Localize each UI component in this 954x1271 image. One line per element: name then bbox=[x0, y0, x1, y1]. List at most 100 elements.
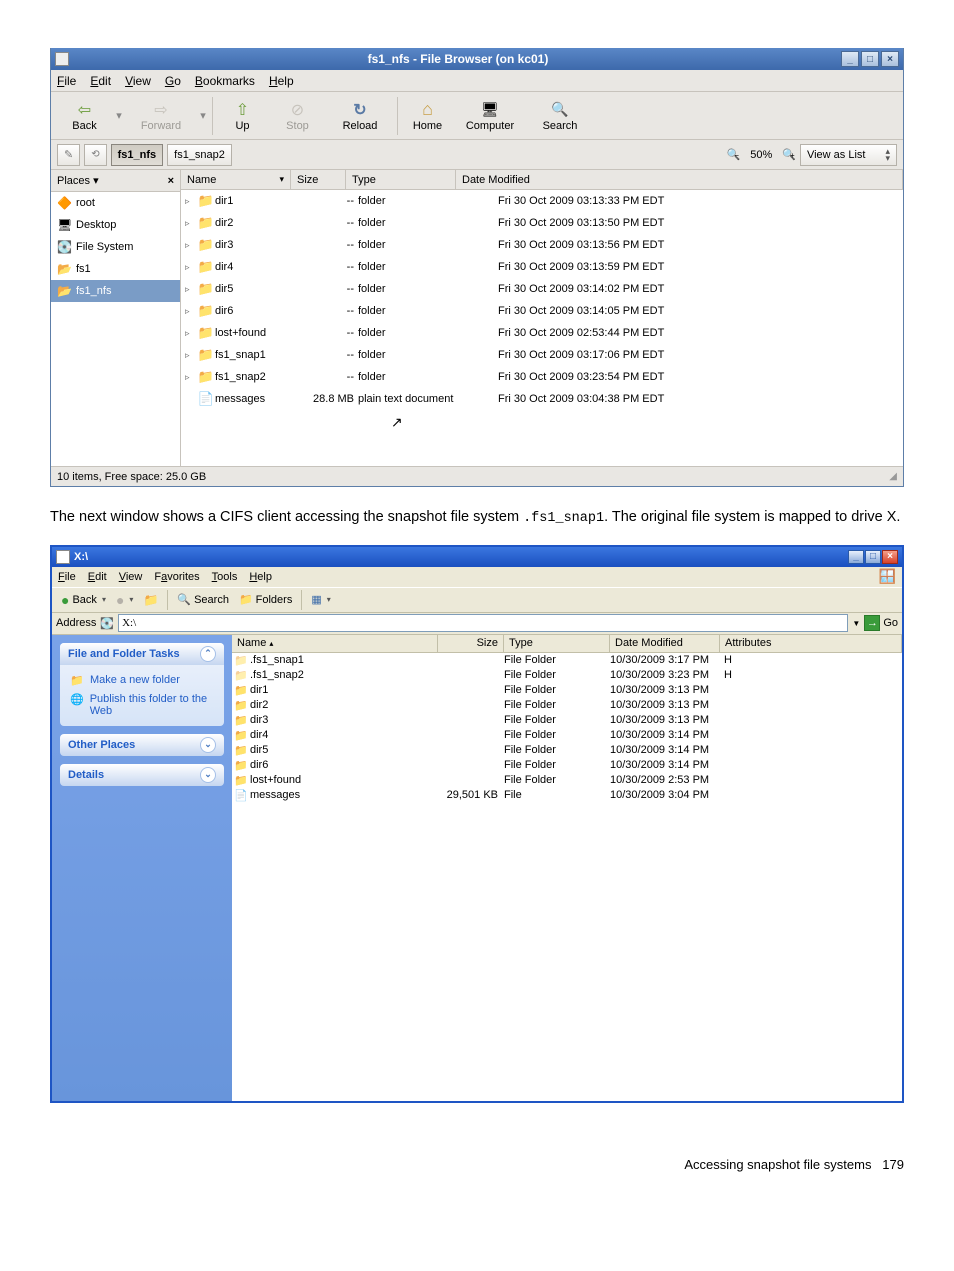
close-sidebar-icon[interactable]: × bbox=[168, 175, 174, 187]
panel-header[interactable]: Other Places⌄ bbox=[60, 734, 224, 756]
xp-minimize-button[interactable]: _ bbox=[848, 550, 864, 564]
breadcrumb-child[interactable]: fs1_snap2 bbox=[167, 144, 232, 166]
col-attributes[interactable]: Attributes bbox=[720, 635, 902, 652]
file-row[interactable]: ▹lost+found--folderFri 30 Oct 2009 02:53… bbox=[181, 322, 903, 344]
col-date[interactable]: Date Modified bbox=[456, 170, 903, 189]
menu-help[interactable]: Help bbox=[269, 74, 294, 88]
sidebar-item-file-system[interactable]: 💽File System bbox=[51, 236, 180, 258]
reload-button[interactable]: Reload bbox=[325, 100, 395, 132]
file-row[interactable]: dir6File Folder10/30/2009 3:14 PM bbox=[232, 758, 902, 773]
path-history-button[interactable] bbox=[84, 144, 106, 166]
col-type[interactable]: Type bbox=[346, 170, 456, 189]
col-size[interactable]: Size bbox=[291, 170, 346, 189]
maximize-button[interactable]: □ bbox=[861, 51, 879, 67]
menu-view[interactable]: View bbox=[125, 74, 151, 88]
file-row[interactable]: ▹fs1_snap1--folderFri 30 Oct 2009 03:17:… bbox=[181, 344, 903, 366]
col-type[interactable]: Type bbox=[504, 635, 610, 652]
task-link[interactable]: 📁Make a new folder bbox=[70, 671, 214, 690]
menu-help[interactable]: Help bbox=[249, 571, 272, 583]
file-row[interactable]: ▹dir4--folderFri 30 Oct 2009 03:13:59 PM… bbox=[181, 256, 903, 278]
file-row[interactable]: ▹dir3--folderFri 30 Oct 2009 03:13:56 PM… bbox=[181, 234, 903, 256]
details-panel: Details⌄ bbox=[60, 764, 224, 786]
menu-file[interactable]: File bbox=[57, 74, 76, 88]
file-row[interactable]: dir2File Folder10/30/2009 3:13 PM bbox=[232, 698, 902, 713]
file-row[interactable]: lost+foundFile Folder10/30/2009 2:53 PM bbox=[232, 773, 902, 788]
up-button[interactable]: Up bbox=[215, 100, 270, 132]
file-row[interactable]: dir4File Folder10/30/2009 3:14 PM bbox=[232, 728, 902, 743]
menu-edit[interactable]: Edit bbox=[90, 74, 111, 88]
expand-icon[interactable]: ▹ bbox=[185, 328, 197, 339]
resize-grip-icon[interactable]: ◢ bbox=[889, 471, 897, 482]
sidebar-item-desktop[interactable]: 🖥Desktop bbox=[51, 214, 180, 236]
panel-header[interactable]: File and Folder Tasks⌃ bbox=[60, 643, 224, 665]
menu-tools[interactable]: Tools bbox=[212, 571, 238, 583]
file-row[interactable]: ▹dir6--folderFri 30 Oct 2009 03:14:05 PM… bbox=[181, 300, 903, 322]
edit-path-button[interactable] bbox=[57, 144, 80, 166]
xp-views-button[interactable] bbox=[306, 589, 335, 611]
view-mode-select[interactable]: View as List▴▾ bbox=[800, 144, 897, 166]
expand-icon[interactable]: ▹ bbox=[185, 350, 197, 361]
expand-icon[interactable]: ▹ bbox=[185, 196, 197, 207]
zoom-in-icon[interactable] bbox=[782, 148, 796, 161]
expand-icon[interactable]: ▹ bbox=[185, 240, 197, 251]
xp-close-button[interactable]: × bbox=[882, 550, 898, 564]
expand-icon[interactable]: ▹ bbox=[185, 218, 197, 229]
computer-button[interactable]: Computer bbox=[455, 100, 525, 132]
menu-edit[interactable]: Edit bbox=[88, 571, 107, 583]
file-row[interactable]: dir3File Folder10/30/2009 3:13 PM bbox=[232, 713, 902, 728]
expand-icon[interactable]: ▹ bbox=[185, 372, 197, 383]
place-icon: 🔶 bbox=[57, 196, 71, 210]
menu-favorites[interactable]: Favorites bbox=[154, 571, 199, 583]
xp-forward-button[interactable] bbox=[111, 589, 138, 611]
file-row[interactable]: messages29,501 KBFile10/30/2009 3:04 PM bbox=[232, 788, 902, 803]
menu-go[interactable]: Go bbox=[165, 74, 181, 88]
back-button[interactable]: Back bbox=[57, 100, 112, 132]
file-row[interactable]: ▹dir5--folderFri 30 Oct 2009 03:14:02 PM… bbox=[181, 278, 903, 300]
expand-icon[interactable]: ▹ bbox=[185, 306, 197, 317]
chevron-up-icon[interactable]: ⌃ bbox=[200, 646, 216, 662]
file-row[interactable]: ▹fs1_snap2--folderFri 30 Oct 2009 03:23:… bbox=[181, 366, 903, 388]
home-button[interactable]: Home bbox=[400, 100, 455, 132]
minimize-button[interactable]: _ bbox=[841, 51, 859, 67]
xp-up-button[interactable] bbox=[138, 589, 163, 611]
address-dropdown[interactable]: ▼ bbox=[852, 619, 860, 628]
file-row[interactable]: .fs1_snap1File Folder10/30/2009 3:17 PMH bbox=[232, 653, 902, 668]
xp-folders-button[interactable]: Folders bbox=[234, 589, 297, 611]
file-row[interactable]: ▹dir1--folderFri 30 Oct 2009 03:13:33 PM… bbox=[181, 190, 903, 212]
search-button[interactable]: Search bbox=[525, 100, 595, 132]
xp-titlebar[interactable]: X:\ _ □ × bbox=[52, 547, 902, 567]
col-size[interactable]: Size bbox=[438, 635, 504, 652]
menu-bookmarks[interactable]: Bookmarks bbox=[195, 74, 255, 88]
chevron-down-icon[interactable]: ⌄ bbox=[200, 767, 216, 783]
sidebar-item-fs1_nfs[interactable]: 📂fs1_nfs bbox=[51, 280, 180, 302]
panel-header[interactable]: Details⌄ bbox=[60, 764, 224, 786]
address-input[interactable] bbox=[118, 614, 848, 632]
titlebar[interactable]: fs1_nfs - File Browser (on kc01) _ □ × bbox=[51, 48, 903, 70]
file-row[interactable]: .fs1_snap2File Folder10/30/2009 3:23 PMH bbox=[232, 668, 902, 683]
expand-icon[interactable]: ▹ bbox=[185, 262, 197, 273]
close-button[interactable]: × bbox=[881, 51, 899, 67]
col-date[interactable]: Date Modified bbox=[610, 635, 720, 652]
chevron-down-icon[interactable]: ⌄ bbox=[200, 737, 216, 753]
file-row[interactable]: dir5File Folder10/30/2009 3:14 PM bbox=[232, 743, 902, 758]
back-dropdown[interactable]: ▾ bbox=[112, 109, 126, 122]
zoom-out-icon[interactable] bbox=[727, 148, 741, 161]
go-button[interactable]: →Go bbox=[864, 615, 898, 631]
xp-search-button[interactable]: Search bbox=[172, 589, 234, 611]
places-header[interactable]: Places ▾× bbox=[51, 170, 180, 192]
forward-dropdown[interactable]: ▾ bbox=[196, 109, 210, 122]
menu-file[interactable]: File bbox=[58, 571, 76, 583]
sidebar-item-root[interactable]: 🔶root bbox=[51, 192, 180, 214]
breadcrumb-current[interactable]: fs1_nfs bbox=[111, 144, 164, 166]
file-row[interactable]: messages28.8 MBplain text documentFri 30… bbox=[181, 388, 903, 410]
col-name[interactable]: Name bbox=[181, 170, 291, 189]
task-link[interactable]: 🌐Publish this folder to the Web bbox=[70, 690, 214, 720]
expand-icon[interactable]: ▹ bbox=[185, 284, 197, 295]
menu-view[interactable]: View bbox=[119, 571, 143, 583]
xp-maximize-button[interactable]: □ bbox=[865, 550, 881, 564]
file-row[interactable]: ▹dir2--folderFri 30 Oct 2009 03:13:50 PM… bbox=[181, 212, 903, 234]
sidebar-item-fs1[interactable]: 📂fs1 bbox=[51, 258, 180, 280]
col-name[interactable]: Name bbox=[232, 635, 438, 652]
file-row[interactable]: dir1File Folder10/30/2009 3:13 PM bbox=[232, 683, 902, 698]
xp-back-button[interactable]: Back bbox=[56, 589, 111, 611]
